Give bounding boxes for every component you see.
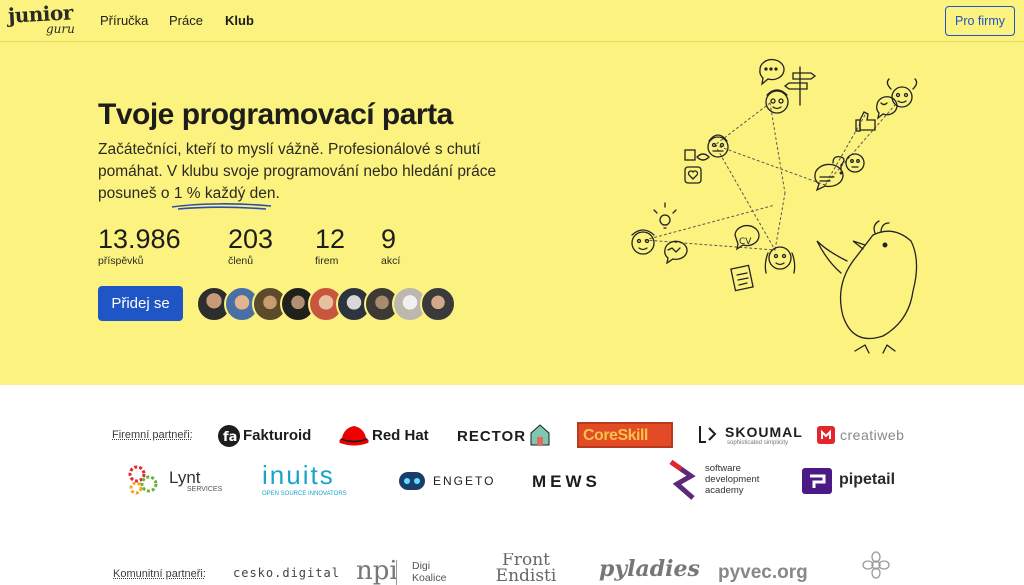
hero-lead: Začátečníci, kteří to myslí vážně. Profe… [98,139,508,205]
community-partners-label: Komunitní partneři: [113,568,206,580]
club-illustration: CV [615,45,935,360]
nav-link-klub[interactable]: Klub [225,13,254,28]
stat-events-label: akcí [381,255,400,267]
document-icon [731,265,753,290]
partner-name: inuits [262,460,335,491]
person-head-icon [632,230,654,254]
partner-name: software development academy [705,463,775,496]
pro-firmy-button[interactable]: Pro firmy [945,6,1015,36]
logo-text-guru: guru [46,22,75,36]
page-title: Tvoje programovací parta [98,98,453,132]
stat-companies-value: 12 [315,224,345,254]
stat-companies: 12 firem [315,224,345,267]
partner-name: CoreSkill [583,427,648,445]
partner-frontendisti[interactable]: Front Endisti [478,553,570,585]
partner-name: pipetail [839,471,895,489]
partner-tagline: SERVICES [187,486,222,493]
junior-guru-logo[interactable]: junior guru [8,4,78,38]
partner-tagline: OPEN SOURCE INNOVATORS [262,491,347,497]
sda-icon [667,460,697,502]
girl-head-icon [765,247,794,273]
speech-bubble-icon [877,97,897,118]
skoumal-icon [697,424,719,444]
partner-name: RECTOR [457,428,526,445]
stat-companies-label: firem [315,255,345,267]
chat-icon [815,164,843,190]
creatiweb-icon [817,426,835,444]
corporate-partners-label: Firemní partneři: [112,429,193,441]
nav-link-prace[interactable]: Práce [169,13,203,28]
signpost-icon [785,67,815,105]
join-button[interactable]: Přidej se [98,286,183,321]
robot-icon [397,467,427,495]
person-head-icon [846,154,864,172]
person-head-icon [708,135,728,157]
partner-name: Fakturoid [243,427,311,444]
stat-members-value: 203 [228,224,273,254]
house-icon [529,423,551,447]
partner-name: MEWS [532,472,601,492]
nav-link-prirucka[interactable]: Příručka [100,13,148,28]
stat-events-value: 9 [381,224,400,254]
partner-name: SKOUMAL [725,424,803,440]
stat-posts-label: příspěvků [98,255,181,267]
navbar: junior guru Příručka Práce Klub Pro firm… [0,0,1024,42]
partner-name: pyladies [599,556,700,582]
partner-name: npi [356,556,398,585]
partner-subname: Digi Koalice [412,560,452,584]
chick-mascot-icon [817,221,917,353]
partner-name: cesko.digital [233,566,340,580]
partner-name: creatiweb [840,427,904,443]
avatar[interactable] [420,286,456,322]
divider [396,560,397,585]
hero-lead-text: Začátečníci, kteří to myslí vážně. Profe… [98,141,496,202]
redhat-icon [338,424,370,446]
partner-name: pyvec.org [718,562,808,584]
stat-posts: 13.986 příspěvků [98,224,181,267]
cv-document-icon: CV [735,226,759,249]
partner-coreskill[interactable]: CoreSkill [577,422,673,448]
person-head-icon [766,90,788,113]
hero-lead-highlight: 1 % každý den [174,183,276,205]
speech-bubble-icon [760,60,784,84]
thumbs-up-icon [856,112,875,131]
hero-lead-highlight-text: 1 % každý den [174,185,276,202]
community-flower-logo-icon[interactable] [862,551,890,585]
hero-lead-end: . [276,185,280,202]
girl-head-icon [887,79,916,107]
partner-name: ENGETO [433,474,495,488]
partner-name: Lynt [169,468,201,488]
lightbulb-icon [654,203,676,228]
svg-text:CV: CV [739,237,752,247]
svg-text:fa: fa [223,430,237,445]
python-icon [685,150,709,160]
speech-bubble-icon [665,241,687,263]
stat-members-label: členů [228,255,273,267]
gears-icon [127,464,159,496]
heart-icon [685,167,701,183]
pipetail-icon [802,468,832,494]
partner-name: Red Hat [372,427,429,444]
stat-posts-value: 13.986 [98,224,181,254]
stat-events: 9 akcí [381,224,400,267]
partner-name: Front Endisti [480,553,570,584]
fakturoid-icon: fa [218,425,240,447]
partner-tagline: sophisticated simplicity [727,440,788,446]
stat-members: 203 členů [228,224,273,267]
hand-underline-icon [170,201,274,211]
